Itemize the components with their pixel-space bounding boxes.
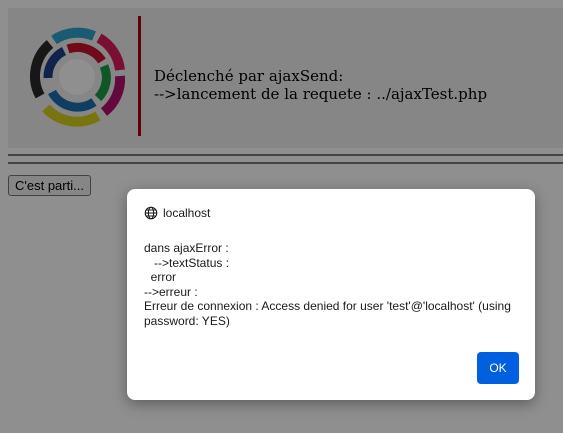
message-line: -->erreur :	[144, 284, 198, 299]
alert-dialog: localhost dans ajaxError : -->textStatus…	[127, 189, 535, 400]
ok-button[interactable]: OK	[477, 352, 519, 384]
message-line: error	[144, 270, 177, 285]
dialog-origin: localhost	[163, 206, 211, 220]
dialog-header: localhost	[144, 206, 210, 220]
message-line: Erreur de connexion : Access denied for …	[144, 299, 511, 328]
message-line: -->textStatus :	[144, 255, 230, 270]
dialog-message: dans ajaxError : -->textStatus : error -…	[144, 241, 524, 329]
globe-icon	[144, 206, 158, 220]
message-line: dans ajaxError :	[144, 241, 229, 255]
